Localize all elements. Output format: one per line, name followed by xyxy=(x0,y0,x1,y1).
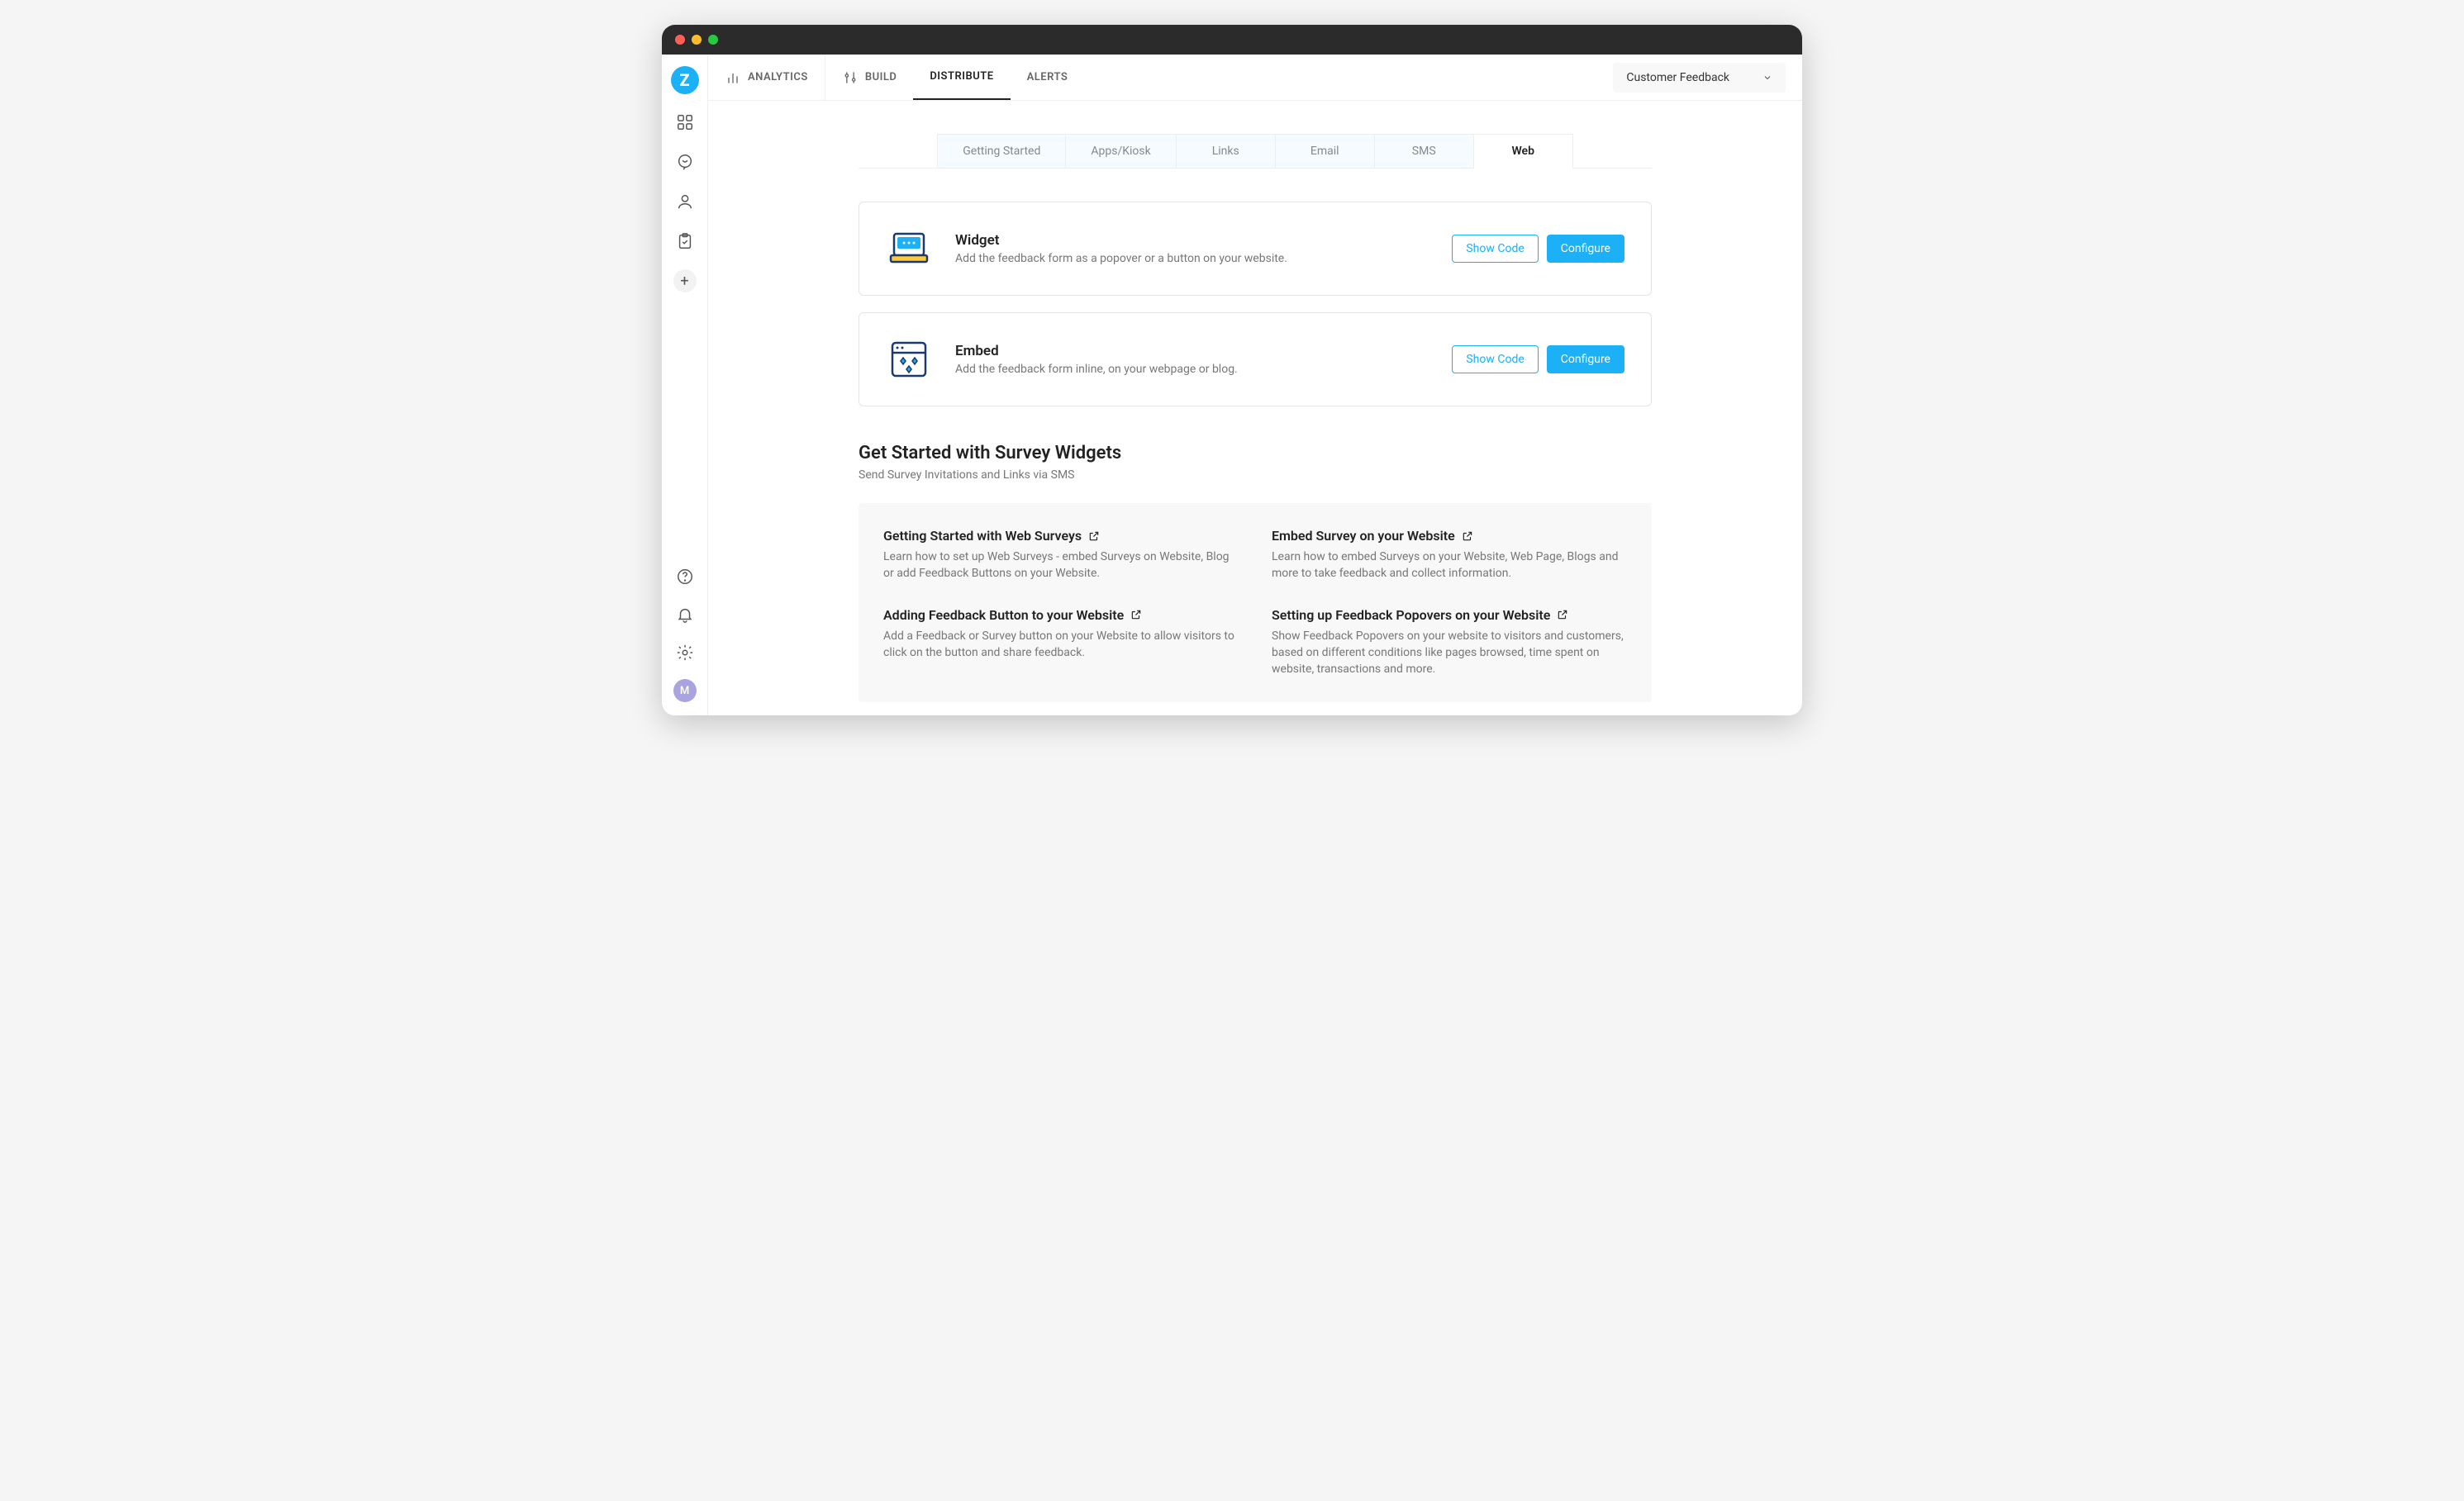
help-item: Getting Started with Web Surveys Learn h… xyxy=(883,528,1239,582)
help-desc: Learn how to embed Surveys on your Websi… xyxy=(1272,549,1627,582)
clipboard-icon[interactable] xyxy=(673,230,697,253)
card-embed-title: Embed xyxy=(955,343,1429,359)
section-sub: Send Survey Invitations and Links via SM… xyxy=(859,468,1652,482)
widget-show-code-button[interactable]: Show Code xyxy=(1452,235,1538,263)
tab-getting-started[interactable]: Getting Started xyxy=(937,134,1066,168)
dashboard-icon[interactable] xyxy=(673,111,697,134)
laptop-icon xyxy=(886,226,932,272)
help-link-web-surveys[interactable]: Getting Started with Web Surveys xyxy=(883,528,1239,544)
dropdown-selected: Customer Feedback xyxy=(1626,71,1729,84)
embed-show-code-button[interactable]: Show Code xyxy=(1452,345,1538,373)
window-controls xyxy=(675,35,718,45)
tab-links[interactable]: Links xyxy=(1177,134,1276,168)
tab-email[interactable]: Email xyxy=(1276,134,1375,168)
nav-distribute[interactable]: DISTRIBUTE xyxy=(913,55,1010,100)
nav-distribute-label: DISTRIBUTE xyxy=(930,70,993,83)
help-title-label: Setting up Feedback Popovers on your Web… xyxy=(1272,607,1550,623)
section-title: Get Started with Survey Widgets xyxy=(859,443,1652,463)
app-window: Z + xyxy=(662,25,1802,715)
card-widget-actions: Show Code Configure xyxy=(1452,235,1624,263)
card-embed: Embed Add the feedback form inline, on y… xyxy=(859,312,1652,406)
card-widget: Widget Add the feedback form as a popove… xyxy=(859,202,1652,296)
content-inner: Getting Started Apps/Kiosk Links Email S… xyxy=(859,134,1652,702)
survey-dropdown[interactable]: Customer Feedback xyxy=(1613,63,1786,93)
help-title-label: Getting Started with Web Surveys xyxy=(883,528,1082,544)
main-area: ANALYTICS BUILD DISTRIBUTE ALERTS Custom… xyxy=(708,55,1802,715)
brand-logo[interactable]: Z xyxy=(671,66,699,94)
user-icon[interactable] xyxy=(673,190,697,213)
app-body: Z + xyxy=(662,55,1802,715)
help-link-embed-survey[interactable]: Embed Survey on your Website xyxy=(1272,528,1627,544)
widget-configure-button[interactable]: Configure xyxy=(1547,235,1624,263)
help-grid: Getting Started with Web Surveys Learn h… xyxy=(859,503,1652,702)
card-widget-desc: Add the feedback form as a popover or a … xyxy=(955,252,1429,265)
card-embed-actions: Show Code Configure xyxy=(1452,345,1624,373)
bell-icon[interactable] xyxy=(673,603,697,626)
external-link-icon xyxy=(1557,609,1568,620)
rail-bottom: M xyxy=(673,565,697,702)
card-widget-body: Widget Add the feedback form as a popove… xyxy=(955,232,1429,265)
help-item: Embed Survey on your Website Learn how t… xyxy=(1272,528,1627,582)
gear-icon[interactable] xyxy=(673,641,697,664)
help-link-feedback-popovers[interactable]: Setting up Feedback Popovers on your Web… xyxy=(1272,607,1627,623)
bars-icon xyxy=(725,69,741,86)
feedback-icon[interactable] xyxy=(673,150,697,173)
close-icon[interactable] xyxy=(675,35,685,45)
nav-build[interactable]: BUILD xyxy=(825,55,914,100)
avatar[interactable]: M xyxy=(673,679,697,702)
tab-web[interactable]: Web xyxy=(1474,134,1573,169)
external-link-icon xyxy=(1462,530,1473,542)
help-desc: Learn how to set up Web Surveys - embed … xyxy=(883,549,1239,582)
nav-analytics-label: ANALYTICS xyxy=(748,71,808,83)
external-link-icon xyxy=(1088,530,1100,542)
nav-analytics[interactable]: ANALYTICS xyxy=(708,55,825,100)
tab-sms[interactable]: SMS xyxy=(1375,134,1474,168)
content-scroll: Getting Started Apps/Kiosk Links Email S… xyxy=(708,101,1802,715)
nav-alerts-label: ALERTS xyxy=(1027,71,1068,83)
help-desc: Show Feedback Popovers on your website t… xyxy=(1272,628,1627,678)
maximize-icon[interactable] xyxy=(708,35,718,45)
nav-build-label: BUILD xyxy=(865,71,897,83)
card-widget-title: Widget xyxy=(955,232,1429,249)
tab-apps-kiosk[interactable]: Apps/Kiosk xyxy=(1066,134,1176,168)
help-icon[interactable] xyxy=(673,565,697,588)
embed-icon xyxy=(886,336,932,382)
card-embed-desc: Add the feedback form inline, on your we… xyxy=(955,363,1429,376)
embed-configure-button[interactable]: Configure xyxy=(1547,345,1624,373)
cards-list: Widget Add the feedback form as a popove… xyxy=(859,202,1652,406)
add-button[interactable]: + xyxy=(673,269,697,292)
help-title-label: Embed Survey on your Website xyxy=(1272,528,1455,544)
help-desc: Add a Feedback or Survey button on your … xyxy=(883,628,1239,662)
help-item: Setting up Feedback Popovers on your Web… xyxy=(1272,607,1627,678)
minimize-icon[interactable] xyxy=(692,35,702,45)
chevron-down-icon xyxy=(1762,73,1772,83)
titlebar xyxy=(662,25,1802,55)
sliders-icon xyxy=(842,69,859,86)
nav-alerts[interactable]: ALERTS xyxy=(1011,55,1085,100)
left-rail: Z + xyxy=(662,55,708,715)
top-nav: ANALYTICS BUILD DISTRIBUTE ALERTS Custom… xyxy=(708,55,1802,101)
help-title-label: Adding Feedback Button to your Website xyxy=(883,607,1124,623)
distribute-tabs: Getting Started Apps/Kiosk Links Email S… xyxy=(859,134,1652,169)
card-embed-body: Embed Add the feedback form inline, on y… xyxy=(955,343,1429,376)
help-link-feedback-button[interactable]: Adding Feedback Button to your Website xyxy=(883,607,1239,623)
help-item: Adding Feedback Button to your Website A… xyxy=(883,607,1239,678)
external-link-icon xyxy=(1130,609,1142,620)
